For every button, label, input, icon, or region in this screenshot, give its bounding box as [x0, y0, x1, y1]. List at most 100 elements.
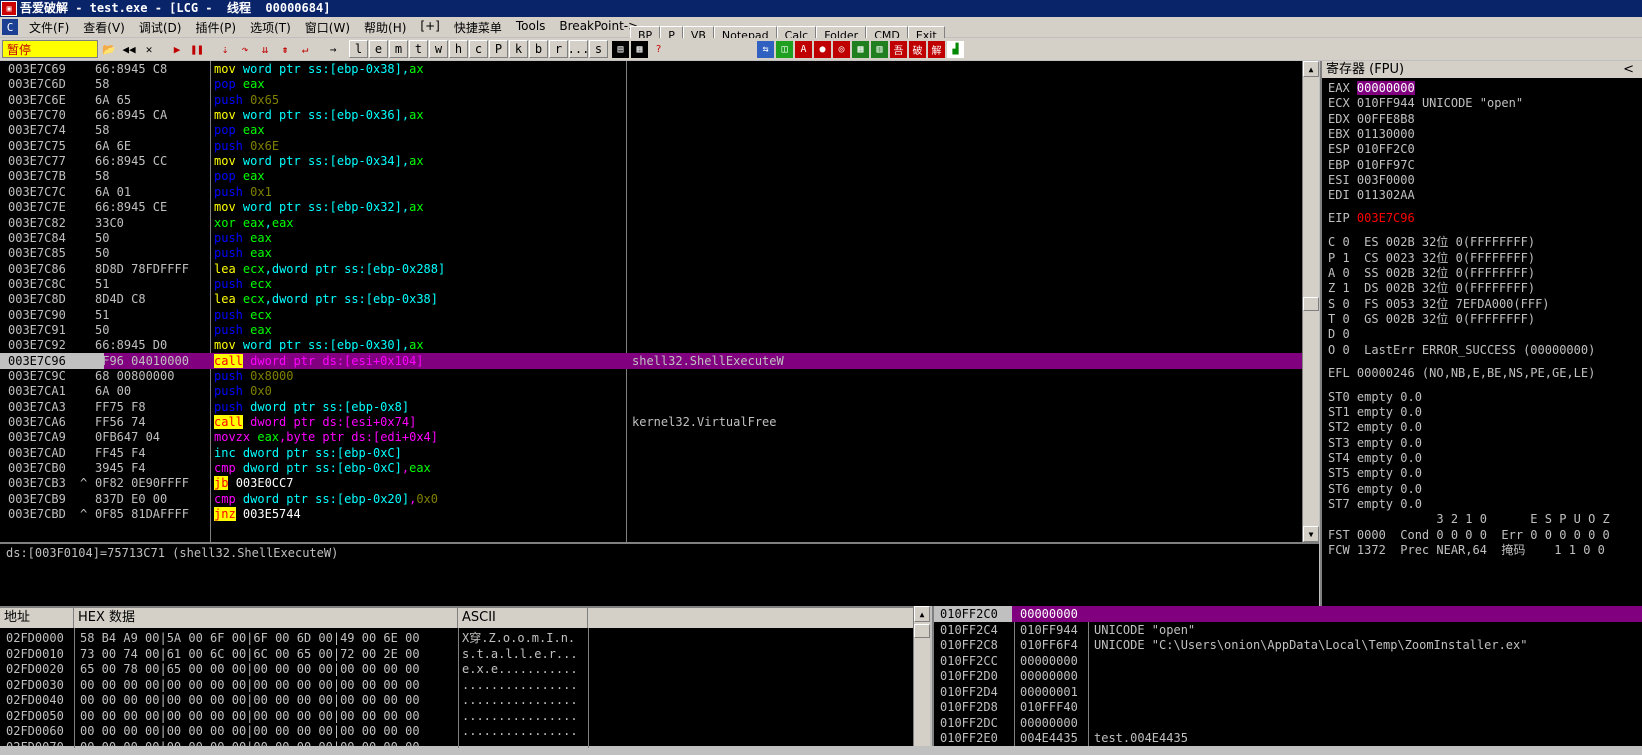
disasm-row[interactable]: 003E7C70 66:8945 CA mov word ptr ss:[ebp-0… [0, 107, 1303, 123]
memory-dump-pane[interactable]: 地址 HEX 数据 ASCII 02FD0000 58 B4 A9 00|5A 0… [0, 606, 913, 754]
step-into-icon[interactable]: ⇣ [216, 40, 234, 58]
menu-item[interactable]: 文件(F) [22, 19, 76, 36]
fst-line[interactable]: FST 0000 Cond 0 0 0 0 Err 0 0 0 0 0 0 [1328, 527, 1610, 543]
register-line[interactable]: ESP 010FF2C0 [1328, 141, 1415, 157]
register-line[interactable]: EBX 01130000 [1328, 126, 1415, 142]
restart-icon[interactable]: ◀◀ [120, 40, 138, 58]
trace-into-icon[interactable]: ⇊ [256, 40, 274, 58]
disasm-row[interactable]: 003E7C86 8D8D 78FDFFFF lea ecx,dword ptr s… [0, 261, 1303, 277]
plugin-green-icon[interactable]: ◫ [776, 40, 793, 58]
register-value[interactable]: 010FF944 [1357, 96, 1415, 110]
flag-line[interactable]: C 0 ES 002B 32位 0(FFFFFFFF) [1328, 234, 1535, 250]
collapse-icon[interactable]: < [1623, 61, 1634, 78]
fpu-st-line[interactable]: ST7 empty 0.0 [1328, 496, 1422, 512]
window-letter-button[interactable]: t [409, 40, 428, 58]
flag-line[interactable]: T 0 GS 002B 32位 0(FFFFFFFF) [1328, 311, 1535, 327]
stack-row[interactable]: 010FF2C4 010FF944 UNICODE "open" [934, 622, 1642, 638]
register-value[interactable]: 003F0000 [1357, 173, 1415, 187]
handles-icon[interactable]: ▦ [631, 40, 648, 58]
stack-row[interactable]: 010FF2D8 010FFF40 [934, 699, 1642, 715]
disassembly-pane[interactable]: 003E7C69 66:8945 C8 mov word ptr ss:[ebp-0… [0, 61, 1303, 542]
grid-icon[interactable]: ▦ [852, 40, 869, 58]
flag-line[interactable]: S 0 FS 0053 32位 7EFDA000(FFF) [1328, 296, 1550, 312]
window-letter-button[interactable]: l [349, 40, 368, 58]
disasm-row[interactable]: 003E7C7B 58 pop eax [0, 168, 1303, 184]
disasm-row[interactable]: 003E7C77 66:8945 CC mov word ptr ss:[ebp-0… [0, 153, 1303, 169]
crack-icon[interactable]: 破 [909, 40, 926, 58]
disasm-row[interactable]: 003E7C90 51 push ecx [0, 307, 1303, 323]
execute-till-return-icon[interactable]: ↵ [296, 40, 314, 58]
disasm-row[interactable]: 003E7C74 58 pop eax [0, 122, 1303, 138]
fpu-st-line[interactable]: ST2 empty 0.0 [1328, 419, 1422, 435]
menu-item[interactable]: 帮助(H) [357, 19, 413, 36]
flag-line[interactable]: O 0 LastErr ERROR_SUCCESS (00000000) [1328, 342, 1595, 358]
disasm-row[interactable]: 003E7CA3 FF75 F8 push dword ptr ss:[ebp-0x… [0, 399, 1303, 415]
stack-row[interactable]: 010FF2C8 010FF6F4 UNICODE "C:\Users\onion\… [934, 637, 1642, 653]
dump-scrollbar[interactable]: ▲ [913, 606, 930, 746]
window-letter-button[interactable]: s [589, 40, 608, 58]
record-icon[interactable]: ● [814, 40, 831, 58]
disasm-row[interactable]: 003E7C8D 8D4D C8 lea ecx,dword ptr ss:[ebp… [0, 291, 1303, 307]
trace-over-icon[interactable]: ⇟ [276, 40, 294, 58]
register-line[interactable]: EDI 011302AA [1328, 187, 1415, 203]
disasm-row[interactable]: 003E7CA9 0FB647 04 movzx eax,byte ptr ds:[… [0, 429, 1303, 445]
register-value[interactable]: 011302AA [1357, 188, 1415, 202]
disassembly-scrollbar[interactable]: ▲ ▼ [1302, 61, 1319, 542]
arrows-icon[interactable]: ⇆ [757, 40, 774, 58]
disasm-row[interactable]: 003E7C69 66:8945 C8 mov word ptr ss:[ebp-0… [0, 61, 1303, 77]
register-line[interactable]: ECX 010FF944 UNICODE "open" [1328, 95, 1523, 111]
flag-line[interactable]: A 0 SS 002B 32位 0(FFFFFFFF) [1328, 265, 1535, 281]
disasm-row[interactable]: 003E7C6E 6A 65 push 0x65 [0, 92, 1303, 108]
stack-row[interactable]: 010FF2DC 00000000 [934, 715, 1642, 731]
window-letter-button[interactable]: b [529, 40, 548, 58]
flag-line[interactable]: P 1 CS 0023 32位 0(FFFFFFFF) [1328, 250, 1535, 266]
stack-row[interactable]: 010FF2D4 00000001 [934, 684, 1642, 700]
disasm-row[interactable]: 003E7CB0 3945 F4 cmp dword ptr ss:[ebp-0xC… [0, 460, 1303, 476]
window-letter-button[interactable]: w [429, 40, 448, 58]
fpu-st-line[interactable]: ST6 empty 0.0 [1328, 481, 1422, 497]
menu-item[interactable]: 调试(D) [132, 19, 189, 36]
fpu-st-line[interactable]: ST3 empty 0.0 [1328, 435, 1422, 451]
scroll-thumb[interactable] [1303, 297, 1319, 311]
scroll-thumb[interactable] [914, 624, 930, 638]
table-icon[interactable]: ▥ [871, 40, 888, 58]
fpu-st-line[interactable]: ST4 empty 0.0 [1328, 450, 1422, 466]
flag-line[interactable]: D 0 [1328, 326, 1350, 342]
efl-line[interactable]: EFL 00000246 (NO,NB,E,BE,NS,PE,GE,LE) [1328, 365, 1595, 381]
register-line[interactable]: EBP 010FF97C [1328, 157, 1415, 173]
registers-pane[interactable]: 寄存器 (FPU) < EAX 00000000 ECX 010FF944 UNI… [1320, 61, 1642, 606]
menu-item[interactable]: 快捷菜单 [447, 19, 509, 36]
disasm-row[interactable]: 003E7C75 6A 6E push 0x6E [0, 138, 1303, 154]
system-menu-icon[interactable]: C [2, 19, 18, 35]
stack-row[interactable]: 010FF2D0 00000000 [934, 668, 1642, 684]
window-letter-button[interactable]: h [449, 40, 468, 58]
disasm-row[interactable]: 003E7C84 50 push eax [0, 230, 1303, 246]
stack-row[interactable]: 010FF2CC 00000000 [934, 653, 1642, 669]
menu-item[interactable]: 选项(T) [243, 19, 298, 36]
disasm-row[interactable]: 003E7C91 50 push eax [0, 322, 1303, 338]
disasm-row[interactable]: 003E7C85 50 push eax [0, 245, 1303, 261]
menu-item[interactable]: Tools [509, 19, 553, 36]
disasm-row[interactable]: 003E7CB3 ^ 0F82 0E90FFFF jb 003E0CC7 [0, 475, 1303, 491]
target-icon[interactable]: ◎ [833, 40, 850, 58]
dump-header-hex[interactable]: HEX 数据 [74, 608, 458, 628]
disasm-row[interactable]: 003E7CBD ^ 0F85 81DAFFFF jnz 003E5744 [0, 506, 1303, 522]
step-over-icon[interactable]: ↷ [236, 40, 254, 58]
register-value[interactable]: 00FFE8B8 [1357, 112, 1415, 126]
disasm-row[interactable]: 003E7CAD FF45 F4 inc dword ptr ss:[ebp-0xC… [0, 445, 1303, 461]
goto-icon[interactable]: → [324, 40, 342, 58]
disasm-row[interactable]: 003E7CA1 6A 00 push 0x0 [0, 383, 1303, 399]
disasm-row[interactable]: 003E7C7E 66:8945 CE mov word ptr ss:[ebp-0… [0, 199, 1303, 215]
fcw-line[interactable]: FCW 1372 Prec NEAR,64 掩码 1 1 0 0 [1328, 542, 1605, 558]
fpu-st-line[interactable]: ST0 empty 0.0 [1328, 389, 1422, 405]
register-value[interactable]: 01130000 [1357, 127, 1415, 141]
window-letter-button[interactable]: m [389, 40, 408, 58]
register-value[interactable]: 010FF97C [1357, 158, 1415, 172]
window-letter-button[interactable]: ... [568, 40, 589, 58]
register-value[interactable]: 003E7C96 [1357, 211, 1415, 225]
window-letter-button[interactable]: r [549, 40, 568, 58]
dump-header-ascii[interactable]: ASCII [458, 608, 588, 628]
disasm-row[interactable]: 003E7C8C 51 push ecx [0, 276, 1303, 292]
disasm-row[interactable]: 003E7C96 FF96 04010000 call dword ptr ds:[… [0, 352, 1303, 369]
dump-header-address[interactable]: 地址 [0, 608, 74, 628]
